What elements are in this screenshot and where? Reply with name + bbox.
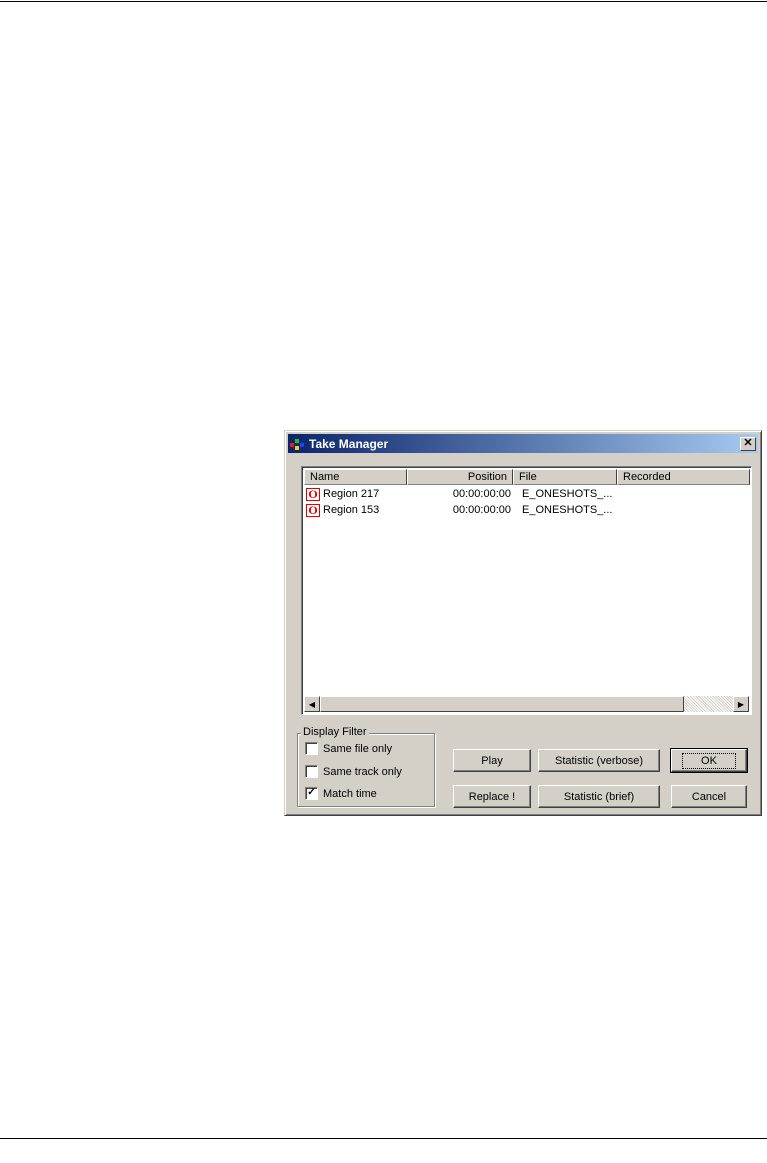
same-file-only-checkbox[interactable]: Same file only bbox=[305, 742, 392, 755]
ok-button[interactable]: OK bbox=[670, 748, 748, 773]
row-file: E_ONESHOTS_... bbox=[522, 488, 613, 500]
region-icon: O bbox=[306, 503, 320, 517]
horizontal-scrollbar[interactable]: ◀ ▶ bbox=[304, 696, 749, 712]
checkbox-box[interactable]: ✓ bbox=[305, 787, 318, 800]
region-icon: O bbox=[306, 487, 320, 501]
scrollbar-track[interactable] bbox=[684, 696, 733, 712]
checkbox-label: Same track only bbox=[323, 765, 402, 778]
scroll-right-icon[interactable]: ▶ bbox=[733, 696, 749, 712]
close-button[interactable]: ✕ bbox=[740, 436, 756, 451]
cancel-button[interactable]: Cancel bbox=[671, 785, 747, 808]
scrollbar-thumb[interactable] bbox=[320, 696, 684, 712]
column-header-position[interactable]: Position bbox=[407, 469, 513, 485]
row-position: 00:00:00:00 bbox=[452, 504, 511, 516]
checkbox-label: Same file only bbox=[323, 742, 393, 755]
same-track-only-checkbox[interactable]: Same track only bbox=[305, 765, 402, 778]
page-bottom-rule bbox=[0, 1138, 767, 1139]
list-header: Name Position File Recorded bbox=[304, 469, 750, 485]
scroll-left-icon[interactable]: ◀ bbox=[304, 696, 320, 712]
checkbox-box[interactable] bbox=[305, 765, 318, 778]
page-top-rule bbox=[0, 1, 767, 2]
list-item[interactable]: O Region 217 00:00:00:00 E_ONESHOTS_... bbox=[304, 486, 620, 502]
column-header-file[interactable]: File bbox=[513, 469, 617, 485]
statistic-verbose-button[interactable]: Statistic (verbose) bbox=[538, 749, 660, 772]
column-header-recorded[interactable]: Recorded bbox=[617, 469, 750, 485]
row-position: 00:00:00:00 bbox=[452, 488, 511, 500]
column-header-name[interactable]: Name bbox=[304, 469, 407, 485]
take-manager-dialog: Take Manager ✕ Name Position File Record… bbox=[284, 430, 762, 816]
ok-button-label: OK bbox=[682, 752, 736, 769]
statistic-brief-button[interactable]: Statistic (brief) bbox=[538, 785, 660, 808]
title-bar[interactable]: Take Manager ✕ bbox=[288, 434, 758, 453]
display-filter-label: Display Filter bbox=[301, 726, 369, 738]
takes-list[interactable]: Name Position File Recorded O Region 217… bbox=[301, 466, 752, 715]
checkbox-box[interactable] bbox=[305, 742, 318, 755]
app-icon bbox=[290, 437, 306, 451]
row-file: E_ONESHOTS_... bbox=[522, 504, 613, 516]
row-name: Region 153 bbox=[323, 504, 380, 516]
match-time-checkbox[interactable]: ✓ Match time bbox=[305, 787, 377, 800]
checkbox-label: Match time bbox=[323, 787, 377, 800]
play-button[interactable]: Play bbox=[453, 749, 531, 772]
replace-button[interactable]: Replace ! bbox=[453, 785, 531, 808]
list-item[interactable]: O Region 153 00:00:00:00 E_ONESHOTS_... bbox=[304, 502, 620, 518]
window-title: Take Manager bbox=[309, 436, 389, 451]
row-name: Region 217 bbox=[323, 488, 380, 500]
